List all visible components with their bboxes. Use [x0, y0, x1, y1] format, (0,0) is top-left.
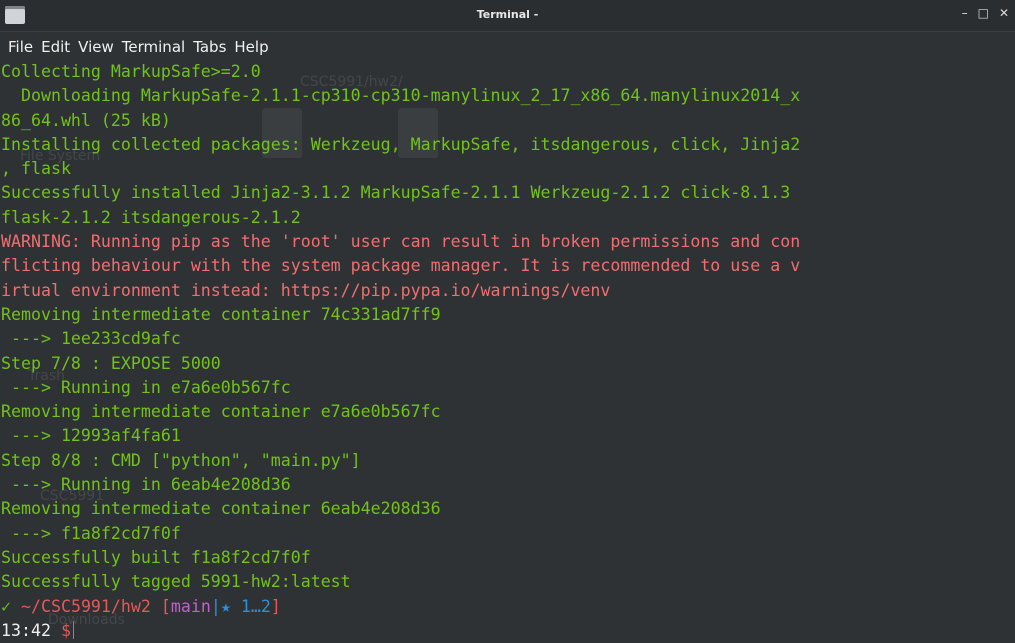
- prompt-dollar-sign: $: [60, 620, 71, 640]
- terminal-output-area[interactable]: CSC5991/hw2/ File System Trash CSC5991 D…: [0, 60, 1015, 643]
- menu-tabs[interactable]: Tabs: [189, 38, 230, 56]
- output-line: Collecting MarkupSafe>=2.0: [1, 62, 261, 81]
- maximize-icon[interactable]: □: [978, 6, 989, 20]
- menu-help[interactable]: Help: [230, 38, 272, 56]
- prompt-branch: main: [170, 596, 211, 616]
- output-line: Successfully tagged 5991-hw2:latest: [1, 572, 351, 592]
- output-line: Installing collected packages: Werkzeug,…: [1, 134, 801, 154]
- output-line: Successfully installed Jinja2-3.1.2 Mark…: [1, 183, 791, 203]
- prompt-bracket-open: [: [160, 596, 171, 616]
- window-controls: – □ ✕: [962, 6, 1009, 20]
- warning-output-line: WARNING: Running pip as the 'root' user …: [1, 232, 801, 252]
- minimize-icon[interactable]: –: [962, 6, 968, 20]
- title-bar[interactable]: Terminal - – □ ✕: [0, 0, 1015, 32]
- output-line: Removing intermediate container 6eab4e20…: [1, 499, 441, 519]
- output-line: , flask: [1, 159, 71, 179]
- prompt-check-icon: ✓: [1, 596, 11, 616]
- terminal-output-lines: Collecting MarkupSafe>=2.0 Downloading M…: [0, 60, 800, 643]
- prompt-star-icon: ★: [220, 596, 231, 616]
- prompt-input-line[interactable]: 13:42 $: [0, 619, 800, 643]
- menu-file[interactable]: File: [4, 38, 37, 56]
- output-line: Step 8/8 : CMD ["python", "main.py"]: [1, 450, 361, 470]
- output-line: ---> 12993af4fa61: [1, 426, 181, 446]
- output-line: Successfully built f1a8f2cd7f0f: [1, 547, 311, 567]
- output-line: ---> f1a8f2cd7f0f: [1, 523, 181, 543]
- menu-view[interactable]: View: [74, 38, 118, 56]
- warning-output-line: irtual environment instead: https://pip.…: [1, 280, 611, 300]
- output-line: Removing intermediate container e7a6e0b5…: [1, 402, 441, 422]
- output-line: ---> Running in 6eab4e208d36: [1, 475, 291, 495]
- warning-output-line: flicting behaviour with the system packa…: [1, 256, 801, 276]
- menu-edit[interactable]: Edit: [37, 38, 74, 56]
- prompt-time: 13:42: [1, 620, 51, 640]
- output-line: ---> Running in e7a6e0b567fc: [1, 377, 291, 397]
- text-cursor[interactable]: [72, 620, 74, 639]
- prompt-status-line: ✓ ~/CSC5991/hw2 [main|★ 1…2]: [0, 595, 800, 619]
- output-line: 86_64.whl (25 kB): [1, 110, 171, 130]
- output-line: flask-2.1.2 itsdangerous-2.1.2: [1, 207, 301, 227]
- output-line: ---> 1ee233cd9afc: [1, 329, 181, 349]
- menu-terminal[interactable]: Terminal: [118, 38, 189, 56]
- prompt-separator: |: [210, 596, 221, 616]
- output-line: Step 7/8 : EXPOSE 5000: [1, 353, 221, 373]
- prompt-bracket-close: ]: [270, 596, 281, 616]
- output-line: Downloading MarkupSafe-2.1.1-cp310-cp310…: [1, 86, 801, 106]
- prompt-counts: 1…2: [240, 596, 271, 616]
- close-icon[interactable]: ✕: [999, 6, 1009, 20]
- window-title: Terminal -: [476, 8, 539, 21]
- output-line: Removing intermediate container 74c331ad…: [1, 304, 441, 324]
- menu-bar: File Edit View Terminal Tabs Help: [0, 33, 1015, 60]
- terminal-window: Terminal - – □ ✕ File Edit View Terminal…: [0, 0, 1015, 643]
- prompt-path: ~/CSC5991/hw2: [21, 596, 151, 616]
